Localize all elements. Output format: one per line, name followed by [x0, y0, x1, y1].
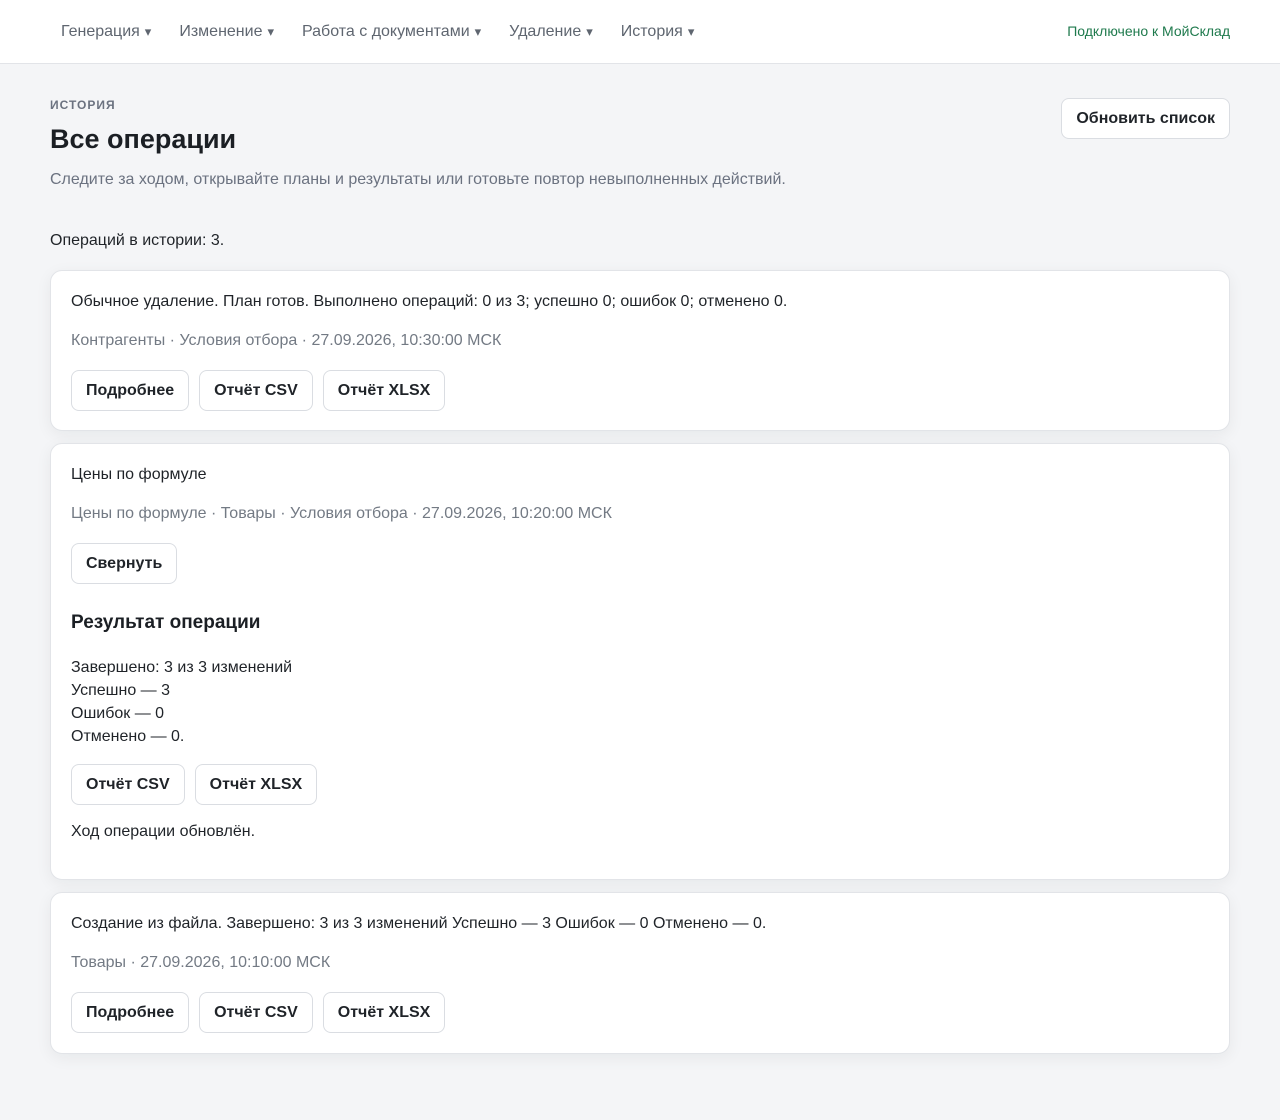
operations-count: Операций в истории: 3.	[50, 232, 225, 249]
result-heading: Результат операции	[71, 612, 261, 633]
operation-meta: Контрагенты · Условия отбора · 27.09.202…	[71, 332, 502, 349]
operation-actions: Свернуть	[71, 543, 1209, 584]
operation-title: Обычное удаление. План готов. Выполнено …	[71, 293, 788, 310]
operation-actions: Подробнее Отчёт CSV Отчёт XLSX	[71, 992, 1209, 1033]
top-navbar: Генерация ▾ Изменение ▾ Работа с документа…	[0, 0, 1280, 64]
operation-meta: Товары · 27.09.2026, 10:10:00 МСК	[71, 954, 331, 971]
nav-label: История	[620, 22, 683, 40]
operation-card: Создание из файла. Завершено: 3 из 3 изм…	[50, 892, 1230, 1054]
operation-actions: Подробнее Отчёт CSV Отчёт XLSX	[71, 370, 1209, 411]
xlsx-report-button[interactable]: Отчёт XLSX	[322, 370, 446, 411]
page-subtitle: Следите за ходом, открывайте планы и рез…	[50, 171, 786, 188]
chevron-down-icon: ▾	[586, 23, 593, 39]
csv-report-button[interactable]: Отчёт CSV	[199, 992, 313, 1033]
xlsx-report-button[interactable]: Отчёт XLSX	[194, 764, 318, 805]
operation-card-expanded: Цены по формуле Цены по формуле · Товары…	[50, 443, 1230, 880]
progress-note: Ход операции обновлён.	[71, 823, 256, 840]
result-line: Ошибок — 0	[71, 705, 165, 722]
details-button[interactable]: Подробнее	[71, 992, 190, 1033]
chevron-down-icon: ▾	[474, 23, 482, 39]
details-button[interactable]: Подробнее	[71, 370, 190, 411]
chevron-down-icon: ▾	[267, 23, 274, 39]
collapse-button[interactable]: Свернуть	[71, 543, 178, 584]
csv-report-button[interactable]: Отчёт CSV	[199, 370, 313, 411]
result-line: Успешно — 3	[71, 682, 171, 699]
result-summary: Завершено: 3 из 3 изменений Успешно — 3 …	[71, 656, 1209, 748]
xlsx-report-button[interactable]: Отчёт XLSX	[322, 992, 446, 1033]
section-eyebrow: ИСТОРИЯ	[50, 98, 116, 112]
operation-title: Создание из файла. Завершено: 3 из 3 изм…	[71, 915, 767, 932]
refresh-list-button[interactable]: Обновить список	[1061, 98, 1230, 139]
chevron-down-icon: ▾	[144, 23, 152, 39]
nav-label: Удаление	[509, 22, 582, 40]
result-line: Завершено: 3 из 3 изменений	[71, 659, 293, 676]
page-header: ИСТОРИЯ Все операции Следите за ходом, о…	[50, 98, 1230, 189]
operation-meta: Цены по формуле · Товары · Условия отбор…	[71, 505, 612, 522]
operation-title: Цены по формуле	[71, 466, 207, 483]
nav-item-generation[interactable]: Генерация ▾	[61, 23, 151, 41]
nav-label: Изменение	[179, 22, 263, 40]
chevron-down-icon: ▾	[687, 23, 695, 39]
result-line: Отменено — 0.	[71, 728, 185, 745]
csv-report-button[interactable]: Отчёт CSV	[71, 764, 185, 805]
nav-item-edit[interactable]: Изменение ▾	[179, 23, 274, 41]
nav-item-history[interactable]: История ▾	[621, 23, 695, 41]
nav-label: Генерация	[61, 22, 140, 40]
operation-card: Обычное удаление. План готов. Выполнено …	[50, 270, 1230, 431]
nav-label: Работа с документами	[302, 22, 470, 40]
connection-status: Подключено к МойСклад	[1067, 23, 1230, 39]
result-actions: Отчёт CSV Отчёт XLSX	[71, 764, 1209, 805]
main-nav: Генерация ▾ Изменение ▾ Работа с документа…	[61, 0, 722, 63]
nav-item-documents[interactable]: Работа с документами ▾	[302, 23, 481, 41]
page-title: Все операции	[50, 124, 237, 154]
nav-item-delete[interactable]: Удаление ▾	[509, 23, 593, 41]
